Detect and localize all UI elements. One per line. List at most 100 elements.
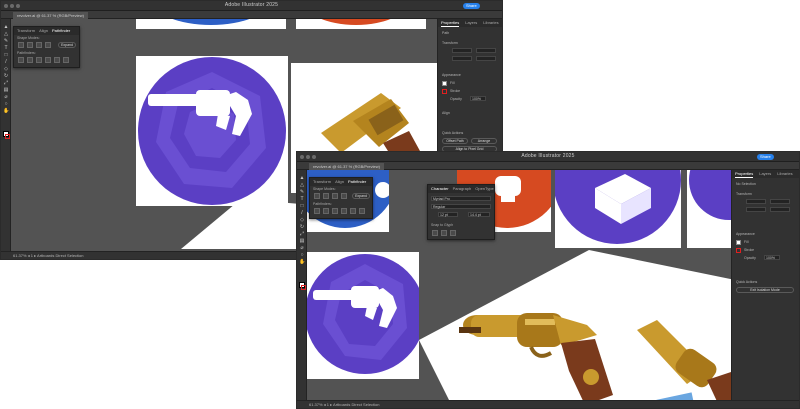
tab-properties[interactable]: Properties xyxy=(441,19,460,27)
eyedropper-icon[interactable]: ⌀ xyxy=(299,246,305,251)
h-field[interactable] xyxy=(476,56,496,61)
h-field[interactable] xyxy=(770,207,790,212)
zoom-icon[interactable]: ○ xyxy=(299,253,305,258)
tab-layers[interactable]: Layers xyxy=(759,170,771,178)
scale-icon[interactable]: ⤢ xyxy=(3,81,9,86)
divide-icon[interactable] xyxy=(18,57,24,63)
shape-tool-icon[interactable]: □ xyxy=(3,53,9,58)
tab-opentype[interactable]: OpenType xyxy=(475,185,493,193)
exclude-icon[interactable] xyxy=(341,193,347,199)
brush-icon[interactable]: / xyxy=(3,60,9,65)
rotate-icon[interactable]: ↻ xyxy=(3,74,9,79)
stroke-swatch-icon[interactable] xyxy=(301,285,306,290)
crop-icon[interactable] xyxy=(45,57,51,63)
intersect-icon[interactable] xyxy=(36,42,42,48)
snap-option-icon[interactable] xyxy=(432,230,438,236)
tab-transform[interactable]: Transform xyxy=(313,178,331,186)
tab-align[interactable]: Align xyxy=(335,178,344,186)
direct-selection-icon[interactable]: △ xyxy=(3,32,9,37)
direct-selection-icon[interactable]: △ xyxy=(299,183,305,188)
stroke-swatch[interactable] xyxy=(736,248,741,253)
minus-front-icon[interactable] xyxy=(323,193,329,199)
hand-icon[interactable]: ✋ xyxy=(299,260,305,265)
tab-character[interactable]: Character xyxy=(431,185,449,193)
unite-icon[interactable] xyxy=(314,193,320,199)
font-family-select[interactable]: Myriad Pro xyxy=(431,196,491,201)
artboard-purple-revolver[interactable] xyxy=(307,252,419,379)
gold-revolver-image[interactable] xyxy=(457,305,627,400)
tab-paragraph[interactable]: Paragraph xyxy=(453,185,472,193)
canvas-area[interactable]: Transform Align Pathfinder Shape Modes: … xyxy=(307,170,731,400)
tab-layers[interactable]: Layers xyxy=(465,19,477,27)
type-tool-icon[interactable]: T xyxy=(3,46,9,51)
stroke-swatch[interactable] xyxy=(442,89,447,94)
fill-swatch[interactable] xyxy=(736,240,741,245)
divide-icon[interactable] xyxy=(314,208,320,214)
w-field[interactable] xyxy=(452,56,472,61)
tab-libraries[interactable]: Libraries xyxy=(483,19,498,27)
intersect-icon[interactable] xyxy=(332,193,338,199)
snap-option-icon[interactable] xyxy=(450,230,456,236)
stroke-swatch-icon[interactable] xyxy=(5,134,10,139)
x-field[interactable] xyxy=(746,199,766,204)
leading-field[interactable]: 14.4 pt xyxy=(468,212,490,217)
pen-tool-icon[interactable]: ✎ xyxy=(299,190,305,195)
brush-icon[interactable]: / xyxy=(299,211,305,216)
merge-icon[interactable] xyxy=(36,57,42,63)
tab-properties[interactable]: Properties xyxy=(735,170,754,178)
expand-button[interactable]: Expand xyxy=(352,193,370,199)
trim-icon[interactable] xyxy=(323,208,329,214)
arrange-button[interactable]: Arrange xyxy=(471,138,497,144)
font-size-field[interactable]: 12 pt xyxy=(438,212,458,217)
pen-tool-icon[interactable]: ✎ xyxy=(3,39,9,44)
hand-icon[interactable]: ✋ xyxy=(3,109,9,114)
opacity-field[interactable]: 100% xyxy=(764,255,780,260)
selection-tool-icon[interactable]: ▲ xyxy=(299,176,305,181)
artboard-purple-box[interactable] xyxy=(555,170,681,248)
shape-tool-icon[interactable]: □ xyxy=(299,204,305,209)
crop-icon[interactable] xyxy=(341,208,347,214)
tab-libraries[interactable]: Libraries xyxy=(777,170,792,178)
eyedropper-icon[interactable]: ⌀ xyxy=(3,95,9,100)
w-field[interactable] xyxy=(746,207,766,212)
snap-option-icon[interactable] xyxy=(441,230,447,236)
tab-pathfinder[interactable]: Pathfinder xyxy=(348,178,366,186)
rotate-icon[interactable]: ↻ xyxy=(299,225,305,230)
exit-isolation-button[interactable]: Exit Isolation Mode xyxy=(736,287,794,293)
y-field[interactable] xyxy=(476,48,496,53)
y-field[interactable] xyxy=(770,199,790,204)
merge-icon[interactable] xyxy=(332,208,338,214)
selection-tool-icon[interactable]: ▲ xyxy=(3,25,9,30)
offset-path-button[interactable]: Offset Path xyxy=(442,138,468,144)
minus-back-icon[interactable] xyxy=(359,208,365,214)
exclude-icon[interactable] xyxy=(45,42,51,48)
gradient-icon[interactable]: ▤ xyxy=(3,88,9,93)
artboard-blue[interactable] xyxy=(136,19,286,29)
tab-align[interactable]: Align xyxy=(39,27,48,35)
eraser-icon[interactable]: ◇ xyxy=(299,218,305,223)
fill-swatch[interactable] xyxy=(442,81,447,86)
artboard-red[interactable] xyxy=(296,19,426,29)
minus-front-icon[interactable] xyxy=(27,42,33,48)
document-tab[interactable]: revolver.ai @ 61.37 % (RGB/Preview) xyxy=(13,12,88,19)
eraser-icon[interactable]: ◇ xyxy=(3,67,9,72)
artboard-purple-partial[interactable] xyxy=(687,170,731,248)
expand-button[interactable]: Expand xyxy=(58,42,76,48)
type-tool-icon[interactable]: T xyxy=(299,197,305,202)
share-button[interactable]: Share xyxy=(463,3,480,9)
minus-back-icon[interactable] xyxy=(63,57,69,63)
opacity-field[interactable]: 100% xyxy=(470,96,486,101)
x-field[interactable] xyxy=(452,48,472,53)
gold-revolver-image-second[interactable] xyxy=(637,310,731,400)
scale-icon[interactable]: ⤢ xyxy=(299,232,305,237)
trim-icon[interactable] xyxy=(27,57,33,63)
outline-icon[interactable] xyxy=(54,57,60,63)
tab-pathfinder[interactable]: Pathfinder xyxy=(52,27,70,35)
zoom-icon[interactable]: ○ xyxy=(3,102,9,107)
document-tab[interactable]: revolver.ai @ 61.37 % (RGB/Preview) xyxy=(309,163,384,170)
outline-icon[interactable] xyxy=(350,208,356,214)
share-button[interactable]: Share xyxy=(757,154,774,160)
tab-transform[interactable]: Transform xyxy=(17,27,35,35)
unite-icon[interactable] xyxy=(18,42,24,48)
font-style-select[interactable]: Regular xyxy=(431,204,491,209)
